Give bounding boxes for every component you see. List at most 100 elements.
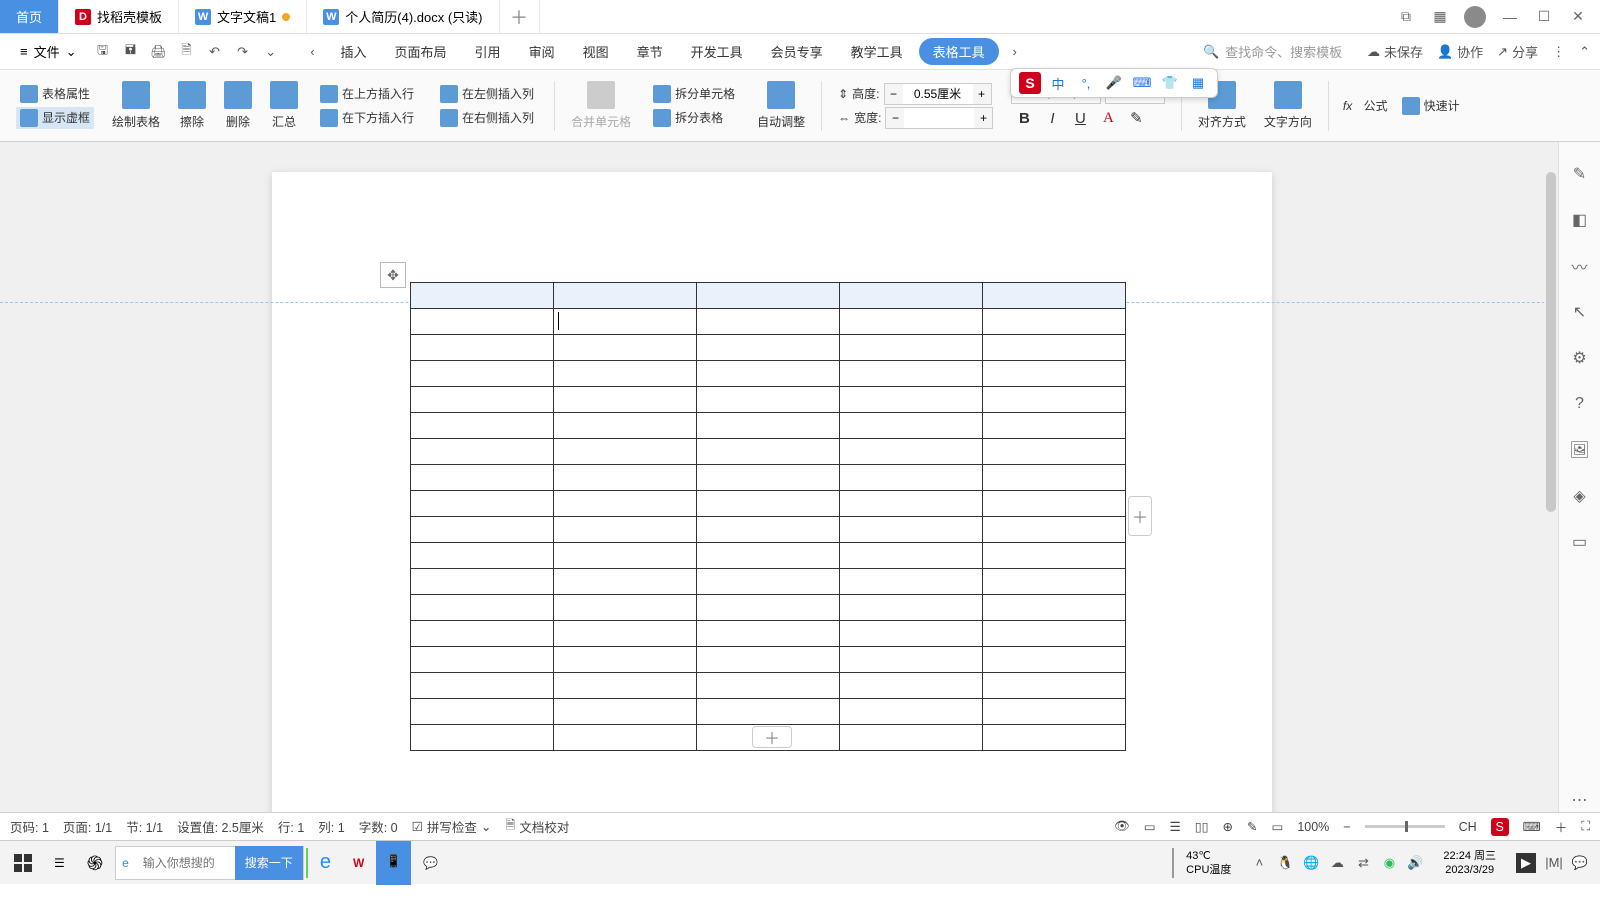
menu-table-tools[interactable]: 表格工具 — [919, 38, 999, 65]
width-plus[interactable]: + — [974, 108, 992, 128]
view-web-icon[interactable]: ⊕ — [1223, 819, 1233, 834]
menu-references[interactable]: 引用 — [463, 36, 513, 67]
tray-notif2-icon[interactable]: |M| — [1546, 855, 1562, 871]
zoom-fit-icon[interactable]: ▭ — [1272, 819, 1284, 834]
taskbar-app-active[interactable]: 📱 — [376, 841, 411, 885]
unsaved-button[interactable]: ☁未保存 — [1367, 42, 1423, 61]
side-style-icon[interactable]: ◧ — [1568, 208, 1592, 232]
ime-punct-icon[interactable]: °, — [1075, 72, 1097, 94]
split-table-button[interactable]: 拆分表格 — [649, 107, 727, 129]
ime-toolbar[interactable]: S 中 °, 🎤 ⌨ 👕 ▦ — [1010, 68, 1218, 98]
summary-button[interactable]: 汇总 — [264, 77, 304, 134]
collab-button[interactable]: 👤协作 — [1437, 42, 1483, 61]
side-select-icon[interactable]: ↖ — [1568, 300, 1592, 324]
taskbar-search-input[interactable] — [135, 847, 235, 879]
side-device-icon[interactable]: ▭ — [1568, 530, 1592, 554]
annotate-icon[interactable]: ✎ — [1247, 819, 1257, 834]
menu-teaching[interactable]: 教学工具 — [839, 36, 915, 67]
document-table[interactable] — [410, 282, 1126, 751]
side-more-icon[interactable]: ⋯ — [1568, 788, 1592, 812]
save-as-icon[interactable]: 🖬 — [119, 40, 143, 64]
taskbar-clock[interactable]: 22:24 周三 2023/3/29 — [1433, 849, 1506, 877]
tray-browser-icon[interactable]: 🌐 — [1303, 855, 1319, 871]
show-gridlines-button[interactable]: 显示虚框 — [16, 107, 94, 129]
view-read-icon[interactable]: ▯▯ — [1195, 819, 1209, 834]
tray-sync-icon[interactable]: ☁ — [1329, 855, 1345, 871]
spellcheck-button[interactable]: ☑拼写检查⌄ — [412, 817, 492, 836]
keyboard-indicator-icon[interactable]: ⌨ — [1523, 819, 1541, 834]
window-minimize[interactable]: — — [1500, 7, 1520, 27]
highlight-button[interactable]: ✎ — [1123, 106, 1149, 132]
tray-up-icon[interactable]: ˄ — [1251, 855, 1267, 871]
insert-row-above-button[interactable]: 在上方插入行 — [316, 83, 418, 105]
side-location-icon[interactable]: ◈ — [1568, 484, 1592, 508]
text-direction-button[interactable]: 文字方向 — [1258, 77, 1318, 134]
tab-doc1[interactable]: W文字文稿1 — [179, 0, 307, 33]
merge-cells-button[interactable]: 合并单元格 — [565, 77, 637, 134]
share-button[interactable]: ↗分享 — [1497, 42, 1538, 61]
zoom-in[interactable]: ＋ — [1555, 817, 1568, 836]
table-move-handle[interactable]: ✥ — [380, 262, 406, 288]
menu-premium[interactable]: 会员专享 — [759, 36, 835, 67]
taskbar-wechat-icon[interactable]: 💬 — [413, 841, 448, 885]
menu-section[interactable]: 章节 — [625, 36, 675, 67]
status-setting[interactable]: 设置值: 2.5厘米 — [177, 817, 264, 836]
autofit-button[interactable]: 自动调整 — [751, 77, 811, 134]
menu-page-layout[interactable]: 页面布局 — [383, 36, 459, 67]
draw-table-button[interactable]: 绘制表格 — [106, 77, 166, 134]
status-page[interactable]: 页面: 1/1 — [63, 817, 112, 836]
status-words[interactable]: 字数: 0 — [359, 817, 398, 836]
eraser-button[interactable]: 擦除 — [172, 77, 212, 134]
nav-right-icon[interactable]: › — [1003, 40, 1027, 64]
menu-developer[interactable]: 开发工具 — [679, 36, 755, 67]
height-plus[interactable]: + — [973, 84, 991, 104]
height-stepper[interactable]: − + — [884, 83, 992, 105]
width-minus[interactable]: − — [886, 108, 904, 128]
side-wave-icon[interactable]: 〰 — [1568, 254, 1592, 278]
side-settings-icon[interactable]: ⚙ — [1568, 346, 1592, 370]
taskbar-temperature[interactable]: 43℃ CPU温度 — [1176, 849, 1241, 877]
window-close[interactable]: ✕ — [1568, 7, 1588, 27]
tab-template[interactable]: D找稻壳模板 — [59, 0, 179, 33]
zoom-value[interactable]: 100% — [1297, 820, 1329, 834]
view-page-icon[interactable]: ▭ — [1144, 819, 1156, 834]
split-cells-button[interactable]: 拆分单元格 — [649, 83, 739, 105]
taskbar-search[interactable]: e 搜索一下 — [115, 846, 304, 880]
ime-apps-icon[interactable]: ▦ — [1187, 72, 1209, 94]
tray-transfer-icon[interactable]: ⇄ — [1355, 855, 1371, 871]
vertical-scrollbar[interactable] — [1544, 142, 1558, 812]
window-maximize[interactable]: ☐ — [1534, 7, 1554, 27]
taskbar-search-go[interactable]: 搜索一下 — [235, 846, 303, 880]
tab-doc2[interactable]: W个人简历(4).docx (只读) — [307, 0, 499, 33]
print-icon[interactable]: 🖨 — [147, 40, 171, 64]
width-input[interactable] — [904, 108, 974, 128]
tab-home[interactable]: 首页 — [0, 0, 59, 33]
bold-button[interactable]: B — [1011, 106, 1037, 132]
scrollbar-thumb[interactable] — [1546, 172, 1556, 512]
menu-view[interactable]: 视图 — [571, 36, 621, 67]
ime-skin-icon[interactable]: 👕 — [1159, 72, 1181, 94]
delete-button[interactable]: 删除 — [218, 77, 258, 134]
zoom-out[interactable]: − — [1343, 820, 1350, 834]
status-page-no[interactable]: 页码: 1 — [10, 817, 49, 836]
insert-col-right-button[interactable]: 在右侧插入列 — [436, 107, 538, 129]
tray-360-icon[interactable]: ◉ — [1381, 855, 1397, 871]
font-color-button[interactable]: A — [1095, 106, 1121, 132]
tray-notif1-icon[interactable]: ▶ — [1516, 853, 1536, 873]
side-help-icon[interactable]: ? — [1568, 392, 1592, 416]
status-row[interactable]: 行: 1 — [278, 817, 304, 836]
avatar[interactable] — [1464, 6, 1486, 28]
zoom-slider[interactable] — [1365, 825, 1445, 828]
redo-icon[interactable]: ↷ — [231, 40, 255, 64]
height-input[interactable] — [903, 84, 973, 104]
add-column-button[interactable]: ＋ — [1128, 496, 1152, 536]
print-preview-icon[interactable]: 🗎 — [175, 40, 199, 64]
qat-more[interactable]: ⌄ — [259, 40, 283, 64]
side-pen-icon[interactable]: ✎ — [1568, 162, 1592, 186]
insert-row-below-button[interactable]: 在下方插入行 — [316, 107, 418, 129]
view-outline-icon[interactable]: ☰ — [1170, 819, 1181, 834]
tab-add[interactable]: ＋ — [500, 0, 540, 33]
table-properties-button[interactable]: 表格属性 — [16, 83, 94, 105]
formula-button[interactable]: fx 公式 — [1339, 95, 1392, 116]
eyecare-icon[interactable]: 👁 — [1114, 819, 1130, 834]
